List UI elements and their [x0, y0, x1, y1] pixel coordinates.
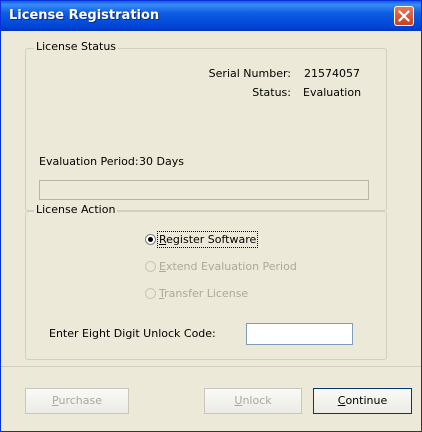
license-action-legend: License Action [34, 203, 118, 216]
unlock-code-label: Enter Eight Digit Unlock Code: [49, 327, 216, 340]
transfer-license-radio [145, 288, 156, 299]
radio-dot-icon [148, 237, 153, 242]
continue-button[interactable]: Continue [313, 388, 412, 414]
close-x-icon [398, 10, 410, 22]
register-software-option[interactable]: Register Software [156, 231, 259, 248]
evaluation-period-label: Evaluation Period: [39, 155, 139, 168]
transfer-license-option: Transfer License [159, 287, 249, 300]
title-bar[interactable]: License Registration [1, 1, 421, 31]
button-row-separator [1, 366, 421, 367]
close-button[interactable] [394, 6, 414, 26]
serial-number-label: Serial Number: [208, 67, 291, 80]
extend-evaluation-radio [145, 261, 156, 272]
license-registration-dialog: License Registration License Status Seri… [0, 0, 422, 432]
extend-evaluation-option: Extend Evaluation Period [159, 260, 297, 273]
license-status-legend: License Status [34, 40, 119, 53]
unlock-button: Unlock [204, 388, 302, 414]
unlock-code-input[interactable] [246, 323, 353, 345]
status-label: Status: [252, 86, 291, 99]
register-software-radio[interactable] [145, 234, 156, 245]
purchase-button: Purchase [25, 388, 129, 414]
window-title: License Registration [9, 8, 160, 23]
status-value: Evaluation [303, 86, 362, 99]
evaluation-period-value: 30 Days [139, 155, 184, 168]
evaluation-progress-bar [39, 180, 369, 200]
serial-number-value: 21574057 [304, 67, 360, 80]
